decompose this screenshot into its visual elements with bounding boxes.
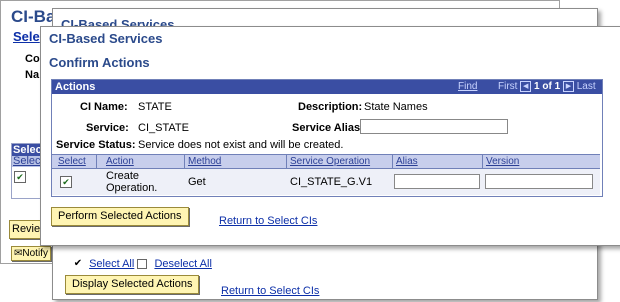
- column-select[interactable]: Select: [58, 155, 86, 168]
- description-label: Description:: [298, 101, 363, 113]
- select-controls: ✔ Select All Deselect All: [73, 258, 212, 270]
- description-value: State Names: [364, 101, 428, 113]
- field-label-na: Na: [25, 69, 40, 81]
- column-version[interactable]: Version: [486, 155, 519, 168]
- deselect-all-icon: [137, 259, 148, 270]
- select-all-checkmark-icon: ✔: [73, 258, 83, 270]
- next-icon[interactable]: ▶: [562, 80, 574, 92]
- select-all-link[interactable]: Select All: [89, 258, 134, 270]
- row-select-checkbox[interactable]: ✔: [60, 176, 72, 188]
- column-service-operation[interactable]: Service Operation: [290, 155, 370, 168]
- table-row: ✔ Create Operation. Get CI_STATE_G.V1: [52, 169, 600, 195]
- window-title: CI-Based Services: [49, 31, 163, 46]
- actions-label: Actions: [55, 81, 96, 93]
- service-alias-input[interactable]: [360, 119, 508, 134]
- return-to-select-cis-link[interactable]: Return to Select CIs: [219, 215, 317, 227]
- row-action-line2: Operation.: [106, 182, 158, 194]
- column-method[interactable]: Method: [188, 155, 221, 168]
- page-title: CI-Ba: [11, 7, 56, 26]
- row-alias-input[interactable]: [394, 174, 480, 189]
- return-to-select-cis-link[interactable]: Return to Select CIs: [221, 285, 319, 297]
- column-action[interactable]: Action: [106, 155, 134, 168]
- actions-grid: Select Action Method Service Operation A…: [52, 154, 600, 195]
- row-service-operation: CI_STATE_G.V1: [290, 176, 373, 188]
- actions-header: Actions Find First ◀ 1 of 1 ▶ Last: [52, 80, 602, 94]
- row-method: Get: [188, 176, 206, 188]
- ci-name-value: STATE: [138, 101, 172, 113]
- actions-grid-header: Select Action Method Service Operation A…: [52, 155, 600, 169]
- grid-column-select[interactable]: Selec: [12, 156, 42, 167]
- confirm-actions-window: CI-Based Services Confirm Actions Action…: [40, 26, 620, 246]
- select-ci-link[interactable]: Sele: [13, 29, 40, 44]
- service-value: CI_STATE: [138, 122, 189, 134]
- ci-name-label: CI Name:: [80, 101, 128, 113]
- deselect-all-link[interactable]: Deselect All: [154, 258, 211, 270]
- service-alias-label: Service Alias:: [292, 122, 364, 134]
- actions-panel: Actions Find First ◀ 1 of 1 ▶ Last CI Na…: [51, 79, 603, 197]
- service-status-label: Service Status:: [56, 139, 136, 151]
- notify-label: Notify: [22, 248, 48, 259]
- row-checkbox[interactable]: ✔: [14, 171, 26, 184]
- service-label: Service:: [86, 122, 129, 134]
- find-link[interactable]: Find: [458, 80, 477, 94]
- pager: First ◀ 1 of 1 ▶ Last: [498, 80, 596, 94]
- row-action: Create Operation.: [106, 170, 157, 194]
- display-selected-actions-button[interactable]: Display Selected Actions: [65, 275, 200, 294]
- confirm-actions-heading: Confirm Actions: [49, 55, 150, 70]
- review-button[interactable]: Revie: [9, 220, 44, 239]
- first-label[interactable]: First: [498, 81, 517, 92]
- last-label[interactable]: Last: [577, 81, 596, 92]
- column-alias[interactable]: Alias: [396, 155, 418, 168]
- page-position: 1 of 1: [534, 81, 561, 92]
- notify-button[interactable]: ✉Notify: [11, 246, 51, 261]
- service-status-value: Service does not exist and will be creat…: [138, 139, 344, 151]
- previous-icon[interactable]: ◀: [520, 80, 532, 92]
- perform-selected-actions-button[interactable]: Perform Selected Actions: [51, 207, 189, 226]
- row-action-line1: Create: [106, 170, 140, 182]
- select-grid: Selec Selec ✔: [11, 143, 43, 199]
- field-label-co: Co: [25, 53, 40, 65]
- row-version-input[interactable]: [485, 174, 593, 189]
